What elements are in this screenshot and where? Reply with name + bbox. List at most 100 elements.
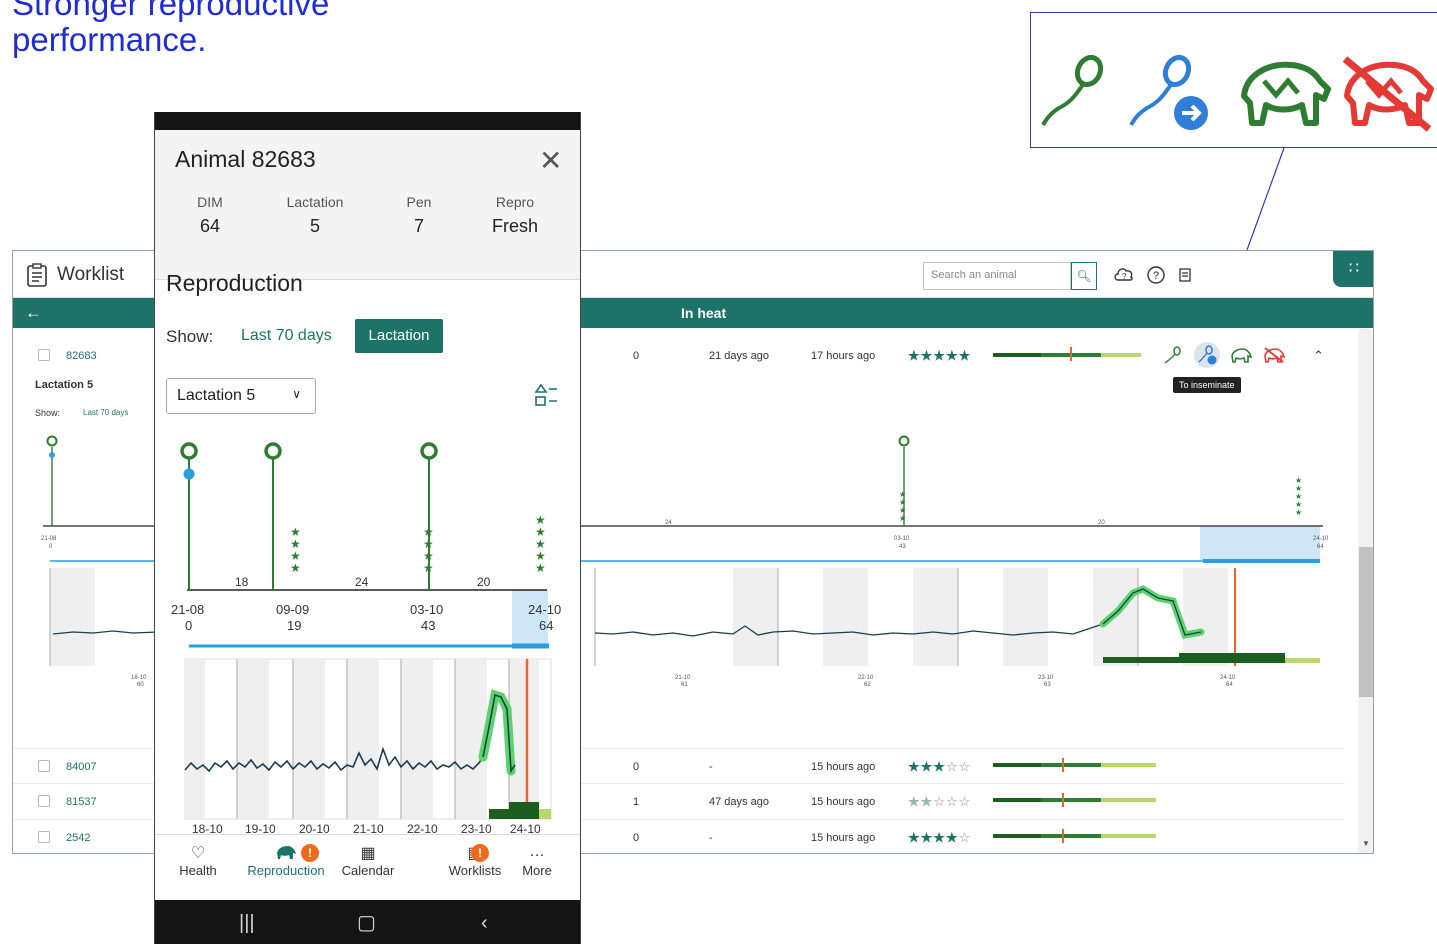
stat-value: 7 <box>413 216 424 236</box>
tick-dim: 19 <box>287 618 301 633</box>
animal-id-link[interactable]: 84007 <box>66 761 97 773</box>
animal-id-link[interactable]: 2542 <box>66 832 90 844</box>
tick-date: 03-10 <box>894 536 910 542</box>
svg-text:★: ★ <box>1295 508 1302 517</box>
svg-text:★: ★ <box>423 537 434 551</box>
row-checkbox[interactable] <box>38 795 50 807</box>
scroll-down-arrow-icon[interactable]: ▼ <box>1362 839 1370 848</box>
back-icon[interactable]: ‹ <box>481 912 488 935</box>
svg-text:★: ★ <box>535 525 546 539</box>
alert-badge: ! <box>471 844 489 862</box>
animal-id-link[interactable]: 81537 <box>66 796 97 808</box>
pregnant-cow-icon[interactable] <box>1230 346 1252 364</box>
activity-tick-date: 22-10 <box>858 675 874 681</box>
lactation-select[interactable]: Lactation 5 ∨ <box>166 378 316 414</box>
tick-dim: 64 <box>1317 544 1324 550</box>
nav-label: Health <box>179 863 217 878</box>
last-heat: - <box>709 832 713 844</box>
last-70-days-link[interactable]: Last 70 days <box>83 408 128 417</box>
home-icon[interactable]: ▢ <box>357 910 376 935</box>
heat-bar-segment <box>993 798 1041 802</box>
not-pregnant-cow-icon[interactable] <box>1263 346 1285 364</box>
svg-text:★: ★ <box>290 537 301 551</box>
activity-tick-dim: 64 <box>1226 682 1233 688</box>
search-icon: 🔍︎ <box>1076 269 1092 283</box>
nav-label: More <box>522 863 552 878</box>
svg-text:★: ★ <box>1295 484 1302 493</box>
recent-apps-icon[interactable]: ||| <box>239 912 255 935</box>
close-icon[interactable]: ✕ <box>539 144 562 177</box>
clipboard-icon <box>27 263 47 287</box>
apps-grid-button[interactable]: ∷ <box>1333 251 1373 287</box>
tick-date: 21-08 <box>41 536 57 542</box>
nav-more[interactable]: … More <box>517 835 557 878</box>
row-checkbox[interactable] <box>38 349 50 361</box>
heat-bar-segment <box>993 353 1041 357</box>
alert-badge: ! <box>301 844 319 862</box>
row-checkbox[interactable] <box>38 831 50 843</box>
animal-id-link[interactable]: 82683 <box>66 350 97 362</box>
svg-text:★: ★ <box>423 549 434 563</box>
activity-tick-dim: 60 <box>137 682 144 688</box>
nav-health[interactable]: ♡ Health <box>173 835 223 878</box>
last-heat: - <box>709 761 713 773</box>
cloud-help-icon[interactable]: ? <box>1113 264 1135 286</box>
to-inseminate-button[interactable] <box>1194 342 1220 368</box>
heat-bar-segment <box>1041 763 1101 767</box>
updated-time: 15 hours ago <box>811 761 876 773</box>
help-icon[interactable]: ? <box>1146 265 1166 285</box>
row-count: 0 <box>633 832 640 844</box>
lactation-toggle[interactable]: Lactation <box>355 319 443 353</box>
tick-dim: 0 <box>185 618 192 633</box>
heat-stars: ★★★☆☆ <box>908 759 972 774</box>
svg-text:★: ★ <box>290 525 301 539</box>
sperm-icon[interactable] <box>1163 345 1183 365</box>
phone-timeline-pins: ★ ★ ★ ★ ★ ★ ★ ★ ★ ★ ★ ★ ★ <box>180 442 546 590</box>
search-button[interactable]: 🔍︎ <box>1071 262 1097 290</box>
section-title: Reproduction <box>166 270 303 296</box>
svg-text:★: ★ <box>899 514 906 523</box>
activity-tick-date: 23-10 <box>1038 675 1054 681</box>
bottom-nav: ♡ Health Reproduction ! ▦ Calendar ▤ Wor… <box>155 834 580 900</box>
search-input[interactable]: Search an animal <box>923 262 1071 290</box>
heat-bar-segment <box>1041 834 1101 838</box>
heat-marker <box>1062 758 1064 772</box>
nav-calendar[interactable]: ▦ Calendar <box>339 835 397 878</box>
stat-label: DIM <box>197 194 223 210</box>
tooltip: To inseminate <box>1173 377 1241 393</box>
svg-text:★: ★ <box>1295 492 1302 501</box>
row-count: 1 <box>633 796 640 808</box>
chevron-down-icon: ∨ <box>292 387 301 401</box>
svg-text:★: ★ <box>535 561 546 575</box>
clipboard-list-icon[interactable] <box>1177 266 1195 284</box>
svg-text:★: ★ <box>423 525 434 539</box>
nav-label: Reproduction <box>247 863 325 878</box>
calendar-icon: ▦ <box>360 845 376 862</box>
collapse-chevron-icon[interactable]: ⌃ <box>1313 348 1324 364</box>
heat-bar-segment <box>1041 798 1101 802</box>
show-label: Show: <box>166 327 214 346</box>
svg-text:★: ★ <box>290 549 301 563</box>
heat-bar-segment <box>1101 798 1156 802</box>
tick-dim: 43 <box>899 544 906 550</box>
svg-text:★: ★ <box>1295 476 1302 485</box>
heat-bar-segment <box>993 834 1041 838</box>
activity-tick-dim: 61 <box>681 682 688 688</box>
gap-label: 24 <box>355 575 369 589</box>
show-label: Show: <box>35 408 61 418</box>
row-checkbox[interactable] <box>38 760 50 772</box>
nav-label: Worklists <box>448 863 502 878</box>
page-title: Worklist <box>57 264 125 285</box>
legend-shapes-icon[interactable] <box>533 382 559 408</box>
updated-time: 15 hours ago <box>811 796 876 808</box>
last-heat: 21 days ago <box>709 350 769 362</box>
last-70-days-toggle[interactable]: Last 70 days <box>241 327 332 345</box>
svg-text:★: ★ <box>423 561 434 575</box>
tick-date: 03-10 <box>410 602 443 617</box>
scrollbar-thumb[interactable] <box>1359 547 1373 697</box>
phone-screen: Animal 82683 ✕ DIM 64 Lactation 5 Pen 7 … <box>154 112 581 944</box>
svg-text:?: ? <box>1153 270 1159 282</box>
back-arrow-icon[interactable]: ← <box>25 303 42 323</box>
updated-time: 15 hours ago <box>811 832 876 844</box>
tick-dim: 0 <box>49 544 53 550</box>
